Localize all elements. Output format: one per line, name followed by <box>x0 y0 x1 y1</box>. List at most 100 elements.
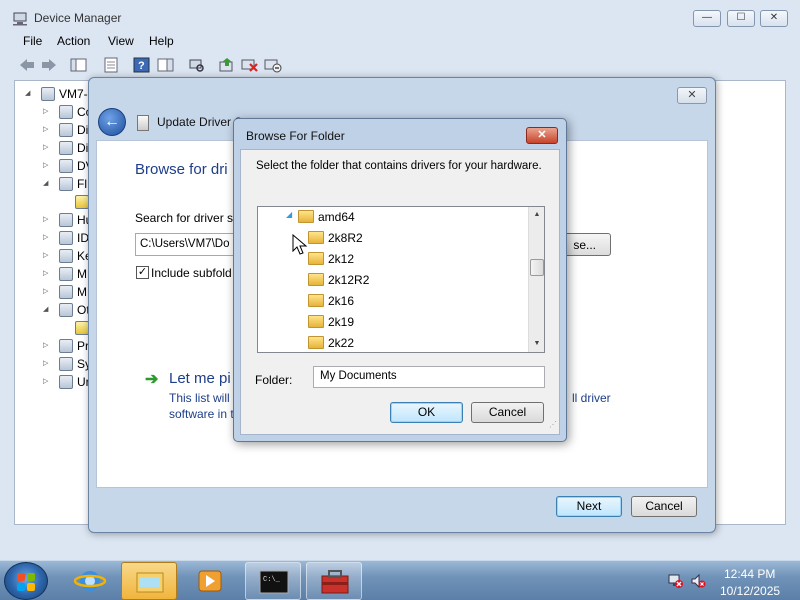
folder-icon <box>136 572 164 593</box>
update-driver-icon[interactable] <box>218 57 236 73</box>
folder-icon <box>308 315 324 328</box>
system-devices-icon <box>59 357 73 371</box>
expand-arrow-icon[interactable]: ▷ <box>43 270 51 278</box>
collapse-arrow-icon[interactable]: ◢ <box>286 210 292 219</box>
scan-hardware-icon[interactable] <box>188 57 206 73</box>
collapse-arrow-icon[interactable]: ◢ <box>43 180 51 188</box>
device-manager-icon <box>12 10 28 26</box>
action-pane-icon[interactable] <box>157 57 175 73</box>
taskbar-windows-explorer[interactable] <box>121 562 177 600</box>
folder-icon <box>308 231 324 244</box>
menu-file[interactable]: File <box>23 34 42 48</box>
display-adapter-icon <box>59 141 73 155</box>
window-title: Device Manager <box>34 11 122 25</box>
ide-controller-icon <box>59 231 73 245</box>
tree-item-label: Di <box>77 141 89 155</box>
next-button[interactable]: Next <box>556 496 622 517</box>
start-button[interactable] <box>4 562 48 600</box>
menu-view[interactable]: View <box>108 34 134 48</box>
ok-button[interactable]: OK <box>390 402 463 423</box>
maximize-button[interactable]: ☐ <box>727 10 755 27</box>
include-subfolders-checkbox[interactable]: ✓ <box>136 266 149 279</box>
disk-drive-icon <box>59 123 73 137</box>
uninstall-device-icon[interactable] <box>241 57 259 73</box>
computer-icon <box>41 87 55 101</box>
expand-arrow-icon[interactable]: ▷ <box>43 252 51 260</box>
expand-arrow-icon[interactable]: ▷ <box>43 378 51 386</box>
folder-icon <box>308 273 324 286</box>
back-button[interactable]: ← <box>98 108 126 136</box>
disable-device-icon[interactable] <box>264 57 282 73</box>
close-button[interactable]: ✕ <box>526 127 558 144</box>
cancel-button[interactable]: Cancel <box>471 402 544 423</box>
minimize-button[interactable]: — <box>693 10 721 27</box>
pick-description: This list will s <box>169 391 240 405</box>
expand-arrow-icon[interactable]: ▷ <box>43 360 51 368</box>
taskbar-command-prompt[interactable]: C:\_ <box>245 562 301 600</box>
show-hide-console-tree-icon[interactable] <box>70 57 88 73</box>
device-icon <box>137 115 149 131</box>
close-button[interactable]: ✕ <box>760 10 788 27</box>
expand-arrow-icon[interactable]: ▷ <box>43 108 51 116</box>
pick-from-list-link[interactable]: Let me pi <box>169 370 231 387</box>
menu-bar: File Action View Help <box>0 32 800 52</box>
network-icon[interactable] <box>668 573 684 589</box>
resize-grip-icon[interactable]: ⋰ <box>549 420 559 430</box>
hid-icon <box>59 213 73 227</box>
device-category-icon <box>59 105 73 119</box>
media-player-icon <box>198 570 222 592</box>
cancel-button[interactable]: Cancel <box>631 496 697 517</box>
menu-action[interactable]: Action <box>57 34 90 48</box>
scroll-up-arrow-icon[interactable]: ▲ <box>529 207 544 223</box>
green-arrow-icon: ➔ <box>145 371 159 388</box>
usb-controller-icon <box>59 375 73 389</box>
collapse-arrow-icon[interactable]: ◢ <box>25 90 33 98</box>
expand-arrow-icon[interactable]: ▷ <box>43 234 51 242</box>
expand-arrow-icon[interactable]: ▷ <box>43 144 51 152</box>
help-icon[interactable]: ? <box>133 57 151 73</box>
scrollbar-thumb[interactable] <box>530 259 544 276</box>
taskbar-toolbox[interactable] <box>306 562 362 600</box>
warning-device-icon <box>75 321 89 335</box>
warning-device-icon <box>75 195 89 209</box>
toolbox-icon <box>321 570 349 594</box>
dialog-content: Select the folder that contains drivers … <box>240 149 560 435</box>
browse-for-folder-dialog: Browse For Folder ✕ Select the folder th… <box>233 118 567 442</box>
clock-date[interactable]: 10/12/2025 <box>720 584 780 598</box>
folder-label: 2k12 <box>328 252 355 266</box>
back-arrow-icon: ← <box>104 113 120 130</box>
dialog-title: Update Driver S <box>157 115 243 129</box>
menu-help[interactable]: Help <box>149 34 174 48</box>
taskbar-internet-explorer[interactable] <box>62 562 118 600</box>
expand-arrow-icon[interactable]: ▷ <box>43 288 51 296</box>
device-manager-titlebar[interactable]: Device Manager — ☐ ✕ <box>0 0 800 32</box>
expand-arrow-icon[interactable]: ▷ <box>43 162 51 170</box>
expand-arrow-icon[interactable]: ▷ <box>43 216 51 224</box>
monitor-icon <box>59 285 73 299</box>
collapse-arrow-icon[interactable]: ◢ <box>43 306 51 314</box>
vertical-scrollbar[interactable]: ▲ ▼ <box>528 207 544 352</box>
tree-item-label: Di <box>77 123 89 137</box>
folder-name-input[interactable]: My Documents <box>313 366 545 388</box>
folder-tree[interactable]: ◢ amd64 2k8R2 2k12 2k12R2 2k16 2k19 2k22… <box>257 206 545 353</box>
scroll-down-arrow-icon[interactable]: ▼ <box>529 336 544 352</box>
back-arrow-icon[interactable] <box>18 57 36 73</box>
forward-arrow-icon[interactable] <box>40 57 58 73</box>
svg-text:?: ? <box>138 60 145 72</box>
speaker-muted-icon[interactable] <box>690 573 706 589</box>
folder-label: amd64 <box>318 210 355 224</box>
folder-icon <box>298 210 314 223</box>
close-button[interactable]: ✕ <box>677 87 707 104</box>
command-prompt-icon: C:\_ <box>259 570 289 594</box>
mouse-cursor-icon <box>292 233 308 256</box>
expand-arrow-icon[interactable]: ▷ <box>43 342 51 350</box>
expand-arrow-icon[interactable]: ▷ <box>43 126 51 134</box>
taskbar-media-player[interactable] <box>182 562 238 600</box>
page-heading: Browse for dri <box>135 161 228 178</box>
clock-time[interactable]: 12:44 PM <box>724 567 775 581</box>
pick-description-line2: software in t <box>169 407 234 421</box>
properties-icon[interactable] <box>102 57 120 73</box>
windows-logo-icon <box>17 573 25 581</box>
keyboard-icon <box>59 249 73 263</box>
toolbar: ? <box>0 53 800 77</box>
